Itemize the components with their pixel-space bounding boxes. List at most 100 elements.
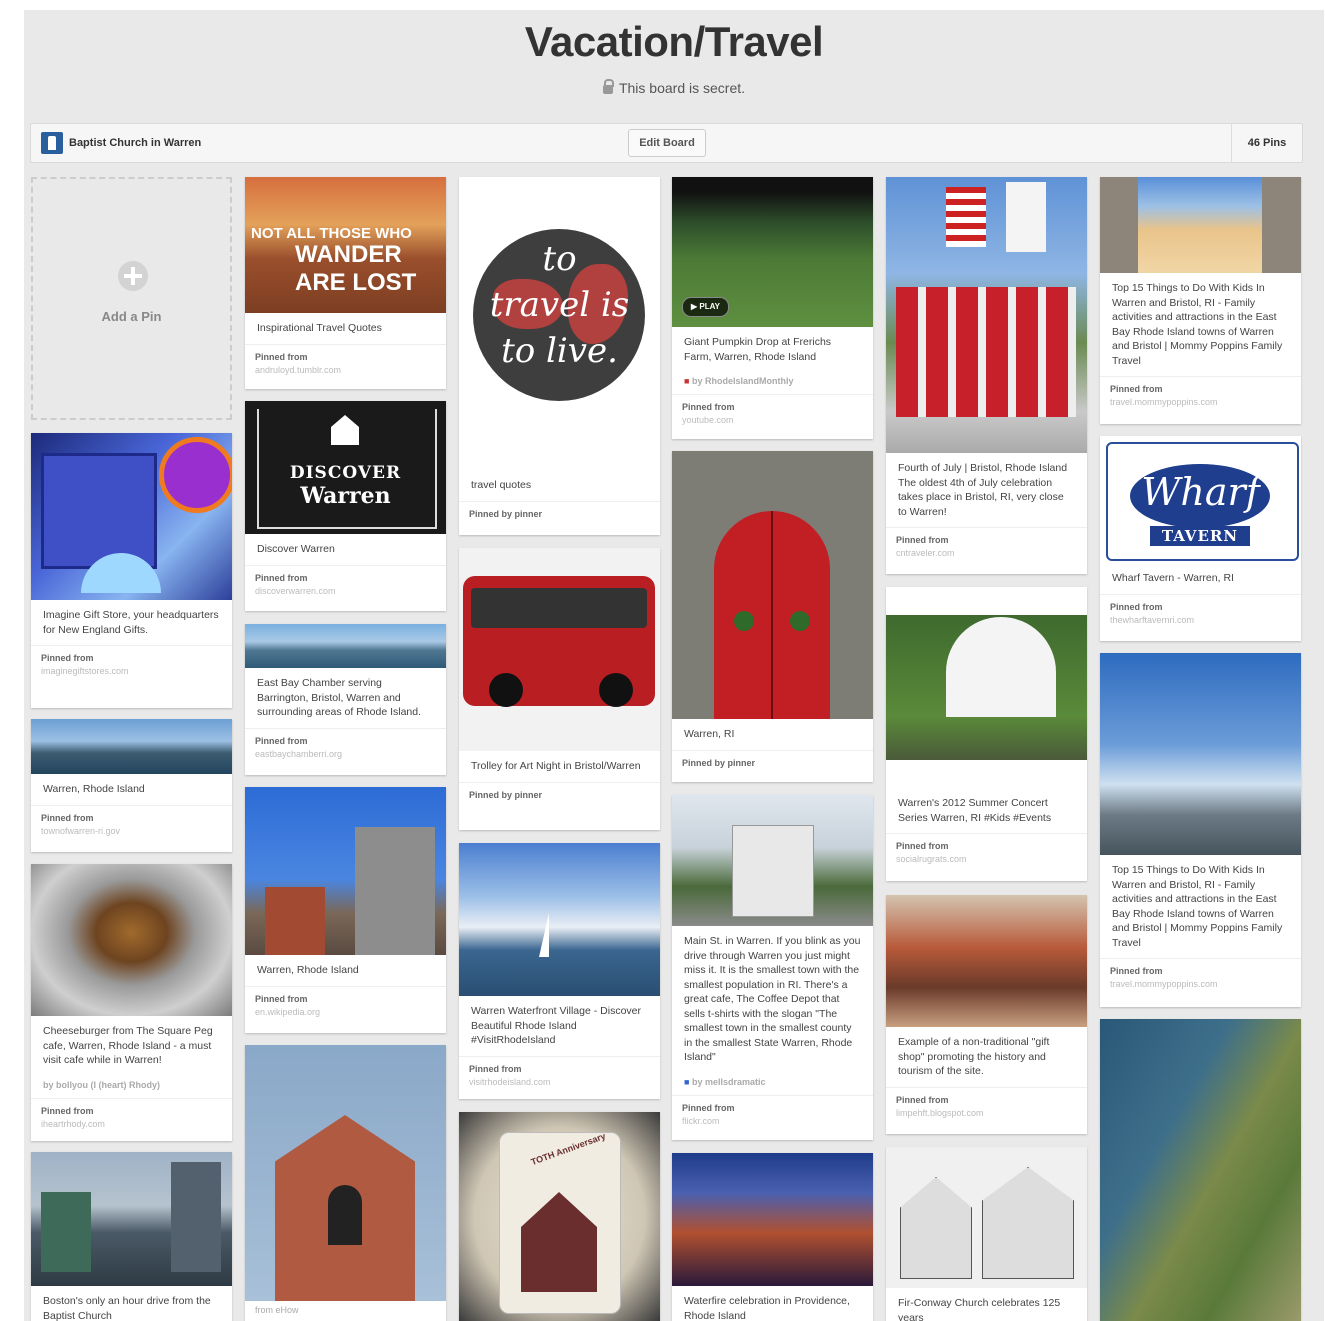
pin-source-label: Pinned by pinner [682,757,756,768]
pin-card[interactable]: Warren, RI Pinned by pinner [672,451,873,782]
bandshell [946,617,1056,717]
pin-image[interactable] [886,177,1087,453]
pin-description: travel quotes [459,470,660,502]
pin-source-link[interactable]: thewharftavernri.com [1110,614,1291,627]
pin-card[interactable]: East Bay Chamber serving Barrington, Bri… [245,624,446,775]
pin-image[interactable] [672,795,873,926]
pin-source-link[interactable]: discoverwarren.com [255,585,436,598]
pin-image[interactable] [245,1045,446,1301]
pin-image[interactable] [1100,177,1301,273]
board-toolbar: Baptist Church in Warren Edit Board 46 P… [30,123,1303,163]
pin-overlay-text: WANDER ARE LOST [295,241,417,296]
pin-attribution[interactable]: ■ by mellsdramatic [684,1077,861,1087]
pin-image[interactable] [459,843,660,996]
pin-image[interactable] [245,624,446,668]
pin-card[interactable]: Example of a non-traditional "gift shop"… [886,895,1087,1134]
bell-icon [328,1185,362,1245]
pin-card[interactable]: Cheeseburger from The Square Peg cafe, W… [31,864,232,1141]
pin-image[interactable] [459,548,660,751]
add-pin-card[interactable]: Add a Pin [31,177,232,420]
pin-description: Top 15 Things to Do With Kids In Warren … [1100,273,1301,377]
pin-description: East Bay Chamber serving Barrington, Bri… [245,668,446,729]
pin-overlay-text: TAVERN [1150,526,1250,546]
pin-attribution[interactable]: by bollyou (I (heart) Rhody) [43,1080,220,1090]
pin-card[interactable]: Warren, Rhode Island Pinned from en.wiki… [245,787,446,1033]
pin-source-link[interactable]: from eHow [245,1301,446,1319]
pin-source-link[interactable]: visitrhodeisland.com [469,1076,650,1089]
secret-notice: This board is secret. [24,79,1324,96]
pin-source-label: Pinned from [41,653,94,663]
pin-card[interactable]: Boston's only an hour drive from the Bap… [31,1152,232,1321]
edit-board-button[interactable]: Edit Board [628,129,706,157]
pin-source-link[interactable]: limpehft.blogspot.com [896,1107,1077,1120]
pin-image[interactable] [31,864,232,1016]
pin-source-link[interactable]: eastbaychamberri.org [255,748,436,761]
pin-overlay-text: to [542,239,577,279]
pins-count[interactable]: 46 Pins [1231,124,1302,162]
pin-card[interactable]: Warren's 2012 Summer Concert Series Warr… [886,587,1087,881]
pin-card[interactable]: Fourth of July | Bristol, Rhode Island T… [886,177,1087,574]
pin-image[interactable] [31,719,232,774]
pin-card[interactable]: Fir-Conway Church celebrates 125 years [886,1147,1087,1321]
pin-card[interactable]: TOTH Anniversary [459,1112,660,1321]
pin-source-label: Pinned from [255,735,308,746]
flickr-icon: ■ [684,1076,690,1087]
plus-icon [118,261,148,291]
pin-source-link[interactable]: andruloyd.tumblr.com [255,364,436,377]
pin-image[interactable] [245,787,446,955]
pin-image[interactable] [886,587,1087,788]
pin-card[interactable]: Wharf TAVERN Wharf Tavern - Warren, RI P… [1100,436,1301,641]
pin-source-label: Pinned from [255,351,308,362]
pin-image[interactable]: NOT ALL THOSE WHO WANDER ARE LOST [245,177,446,313]
pin-card[interactable] [1100,1019,1301,1321]
pin-card[interactable]: Imagine Gift Store, your headquarters fo… [31,433,232,708]
pin-source-link[interactable]: travel.mommypoppins.com [1110,396,1291,409]
pin-image[interactable] [672,451,873,719]
pin-source-link[interactable]: iheartrhody.com [41,1118,222,1131]
pin-card[interactable]: Warren, Rhode Island Pinned from townofw… [31,719,232,852]
pin-source-link[interactable]: imaginegiftstores.com [41,665,222,678]
pin-image[interactable]: TOTH Anniversary [459,1112,660,1321]
pin-description: Inspirational Travel Quotes [245,313,446,345]
pin-card[interactable]: Warren Waterfront Village - Discover Bea… [459,843,660,1099]
pin-image[interactable] [886,895,1087,1027]
pin-card[interactable]: NOT ALL THOSE WHO WANDER ARE LOST Inspir… [245,177,446,389]
pin-card[interactable]: Top 15 Things to Do With Kids In Warren … [1100,177,1301,424]
pin-card[interactable]: Main St. in Warren. If you blink as you … [672,795,873,1140]
pin-source-link[interactable]: en.wikipedia.org [255,1006,436,1019]
pin-source-link[interactable]: cntraveler.com [896,547,1077,560]
pin-image[interactable] [886,1147,1087,1288]
pin-image[interactable]: DISCOVER Warren [245,401,446,534]
pin-card[interactable]: from eHow [245,1045,446,1321]
pin-image[interactable]: Wharf TAVERN [1100,436,1301,563]
wreath-icon [734,611,754,631]
pin-card[interactable]: Top 15 Things to Do With Kids In Warren … [1100,653,1301,1007]
pin-source-link[interactable]: youtube.com [682,414,863,427]
pin-image[interactable]: to travel is to live. [459,177,660,470]
pin-card[interactable]: ▶ PLAY Giant Pumpkin Drop at Frerichs Fa… [672,177,873,439]
play-button[interactable]: ▶ PLAY [682,297,729,317]
pin-image[interactable]: ▶ PLAY [672,177,873,327]
pin-source-link[interactable]: townofwarren-ri.gov [41,825,222,838]
pin-source-link[interactable]: flickr.com [682,1115,863,1128]
pin-image[interactable] [1100,653,1301,855]
pin-description: Main St. in Warren. If you blink as you … [684,935,861,1063]
pin-source-link[interactable]: socialrugrats.com [896,853,1077,866]
pin-image[interactable] [31,433,232,600]
pin-description: Warren's 2012 Summer Concert Series Warr… [886,788,1087,834]
pin-image[interactable] [672,1153,873,1286]
pin-card[interactable]: DISCOVER Warren Discover Warren Pinned f… [245,401,446,611]
pin-image[interactable] [1100,1019,1301,1321]
pin-description: Wharf Tavern - Warren, RI [1100,563,1301,595]
pin-card[interactable]: Waterfire celebration in Providence, Rho… [672,1153,873,1321]
pin-source-label: Pinned by pinner [469,789,543,800]
pin-card[interactable]: Trolley for Art Night in Bristol/Warren … [459,548,660,830]
pin-image[interactable] [31,1152,232,1286]
pin-source-label: Pinned from [682,402,735,412]
pin-attribution[interactable]: ■ by RhodelslandMonthly [684,376,861,386]
pin-source-link[interactable]: travel.mommypoppins.com [1110,978,1291,991]
pin-description: Fir-Conway Church celebrates 125 years [886,1288,1087,1321]
pin-card[interactable]: to travel is to live. travel quotes Pinn… [459,177,660,535]
board-owner[interactable]: Baptist Church in Warren [41,132,201,154]
pin-description: Cheeseburger from The Square Peg cafe, W… [43,1025,213,1066]
